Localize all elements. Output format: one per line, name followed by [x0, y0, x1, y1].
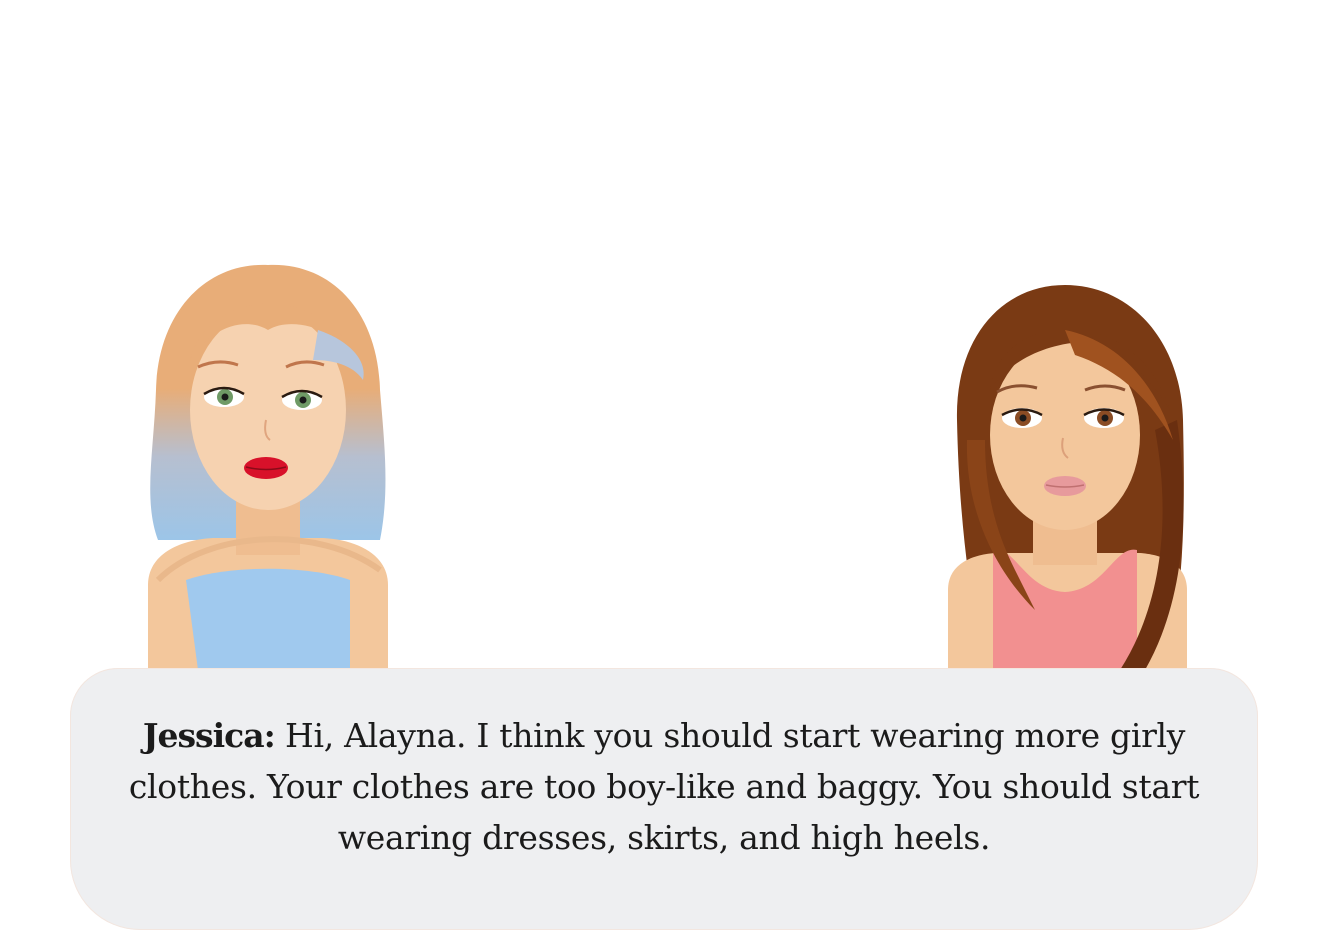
alayna-character [948, 285, 1187, 670]
speaker-name: Jessica: [142, 716, 276, 755]
jessica-character [148, 264, 388, 670]
game-scene: Jessica: Hi, Alayna. I think you should … [0, 0, 1320, 943]
dialogue-box[interactable]: Jessica: Hi, Alayna. I think you should … [70, 668, 1258, 930]
dialogue-text: Jessica: Hi, Alayna. I think you should … [120, 710, 1208, 863]
dialogue-line: Hi, Alayna. I think you should start wea… [128, 716, 1200, 857]
